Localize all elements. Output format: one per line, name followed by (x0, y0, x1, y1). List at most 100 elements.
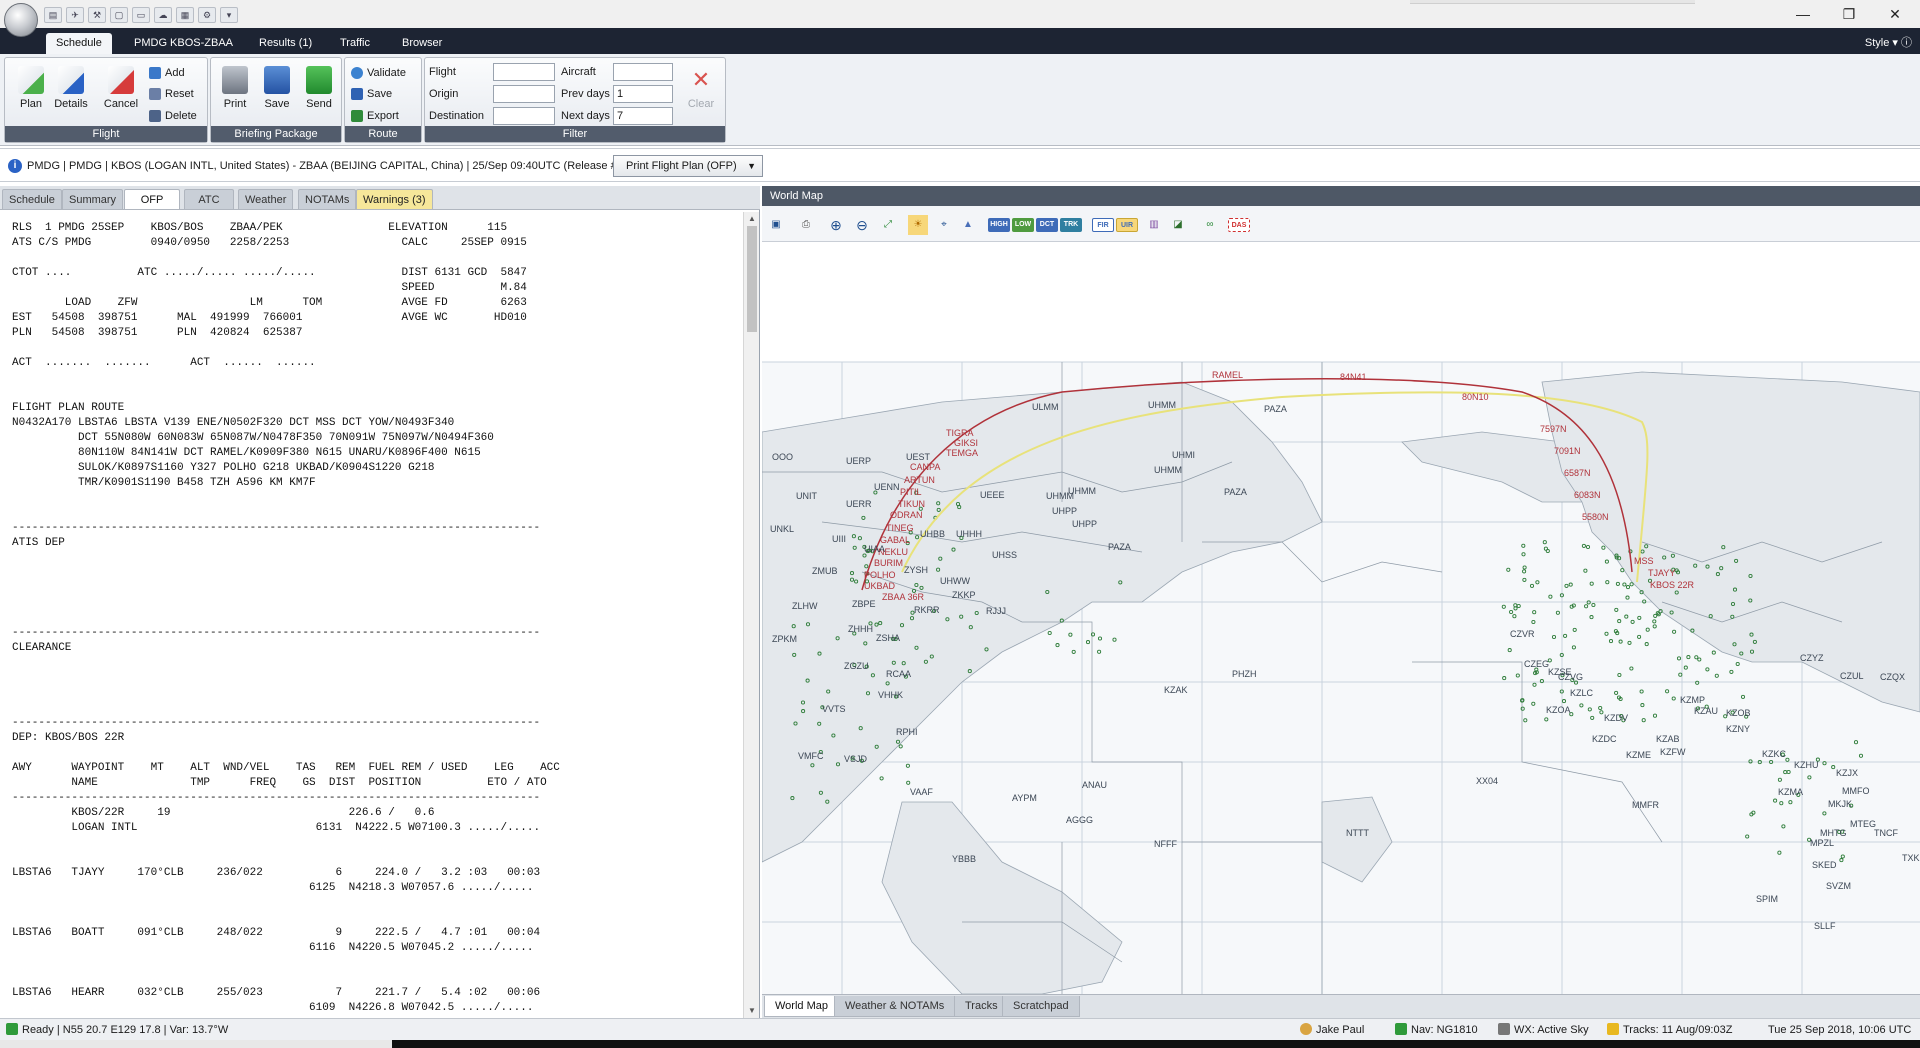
status-tracks[interactable]: Tracks: 11 Aug/09:03Z (1607, 1019, 1732, 1041)
plan-button[interactable]: Plan (11, 62, 51, 126)
status-wx[interactable]: WX: Active Sky (1498, 1019, 1589, 1041)
fit-route-icon[interactable]: ⤢ (878, 215, 898, 235)
route-waypoint-label[interactable]: PITIL (900, 487, 922, 497)
send-button[interactable]: Send (299, 62, 339, 126)
tab-pmdg-kbos-zbaa[interactable]: PMDG KBOS-ZBAA (124, 33, 243, 54)
status-user[interactable]: Jake Paul (1300, 1019, 1364, 1041)
minimize-button[interactable]: — (1780, 2, 1826, 26)
help-icon[interactable]: ⓘ (1901, 37, 1912, 49)
fir-button[interactable]: FIR (1092, 218, 1114, 232)
restore-button[interactable]: ❐ (1826, 2, 1872, 26)
route-waypoint-label[interactable]: TIGRA (946, 428, 974, 438)
route-waypoint-label[interactable]: 7091N (1554, 446, 1581, 456)
route-waypoint-label[interactable]: 6587N (1564, 468, 1591, 478)
route-waypoint-label[interactable]: 7597N (1540, 424, 1567, 434)
printer-map-icon[interactable]: ⎙ (796, 215, 816, 235)
route-waypoint-label[interactable]: TINEG (886, 523, 914, 533)
triangle-icon[interactable]: ▲ (958, 215, 978, 235)
route-waypoint-label[interactable]: 5580N (1582, 512, 1609, 522)
origin-filter-input[interactable] (493, 85, 555, 103)
tab-schedule[interactable]: Schedule (46, 33, 112, 54)
add-button[interactable]: Add (147, 64, 185, 82)
zoom-out-icon[interactable]: ⊖ (852, 215, 872, 235)
document-icon[interactable]: ▤ (44, 7, 62, 23)
route-waypoint-label[interactable]: ODRAN (890, 510, 923, 520)
save-route-button[interactable]: Save (349, 85, 392, 103)
print-flight-plan-button[interactable]: Print Flight Plan (OFP) ▼ (613, 155, 763, 177)
tab-notams[interactable]: NOTAMs (298, 189, 357, 209)
tab-tracks[interactable]: Tracks (954, 996, 1009, 1017)
tab-traffic[interactable]: Traffic (330, 33, 380, 54)
export-button[interactable]: Export (349, 107, 399, 125)
route-waypoint-label[interactable]: TJAYY (1648, 568, 1675, 578)
next-days-input[interactable]: 7 (613, 107, 673, 125)
dct-button[interactable]: DCT (1036, 218, 1058, 232)
details-button[interactable]: Details (51, 62, 91, 126)
prev-days-input[interactable]: 1 (613, 85, 673, 103)
tab-results[interactable]: Results (1) (249, 33, 322, 54)
overview-icon[interactable]: ▣ (766, 215, 786, 235)
flight-filter-input[interactable] (493, 63, 555, 81)
validate-button[interactable]: Validate (349, 64, 406, 82)
destination-filter-input[interactable] (493, 107, 555, 125)
ofp-scrollbar[interactable]: ▲ ▼ (743, 212, 759, 1018)
tools-icon[interactable]: ⚒ (88, 7, 106, 23)
tab-ofp[interactable]: OFP (124, 189, 180, 209)
tab-warnings[interactable]: Warnings (3) (356, 189, 433, 209)
style-menu[interactable]: Style ▾ ⓘ (1865, 33, 1912, 54)
tab-world-map[interactable]: World Map (764, 996, 839, 1017)
uir-button[interactable]: UIR (1116, 218, 1138, 232)
track-icon[interactable]: ▦ (176, 7, 194, 23)
layers-icon[interactable]: ▥ (1144, 215, 1164, 235)
tab-atc[interactable]: ATC (184, 189, 234, 209)
tracks-button[interactable]: TRK (1060, 218, 1082, 232)
airways-low-button[interactable]: LOW (1012, 218, 1034, 232)
scroll-thumb[interactable] (747, 226, 757, 332)
link-icon[interactable]: ∞ (1200, 215, 1220, 235)
route-waypoint-label[interactable]: RAMEL (1212, 370, 1243, 380)
route-waypoint-label[interactable]: 6083N (1574, 490, 1601, 500)
crosshair-icon[interactable]: ⌖ (934, 215, 954, 235)
route-waypoint-label[interactable]: BURIM (874, 558, 903, 568)
save-briefing-button[interactable]: Save (257, 62, 297, 126)
window-icon[interactable]: ▭ (132, 7, 150, 23)
page-icon[interactable]: ▢ (110, 7, 128, 23)
print-button[interactable]: Print (215, 62, 255, 126)
terrain-icon[interactable]: ◪ (1168, 215, 1188, 235)
chevron-down-icon[interactable]: ▼ (747, 156, 756, 176)
route-waypoint-label[interactable]: 80N10 (1462, 392, 1489, 402)
route-waypoint-label[interactable]: ARTUN (904, 475, 935, 485)
close-button[interactable]: ✕ (1872, 2, 1918, 26)
route-waypoint-label[interactable]: UKBAD (864, 581, 896, 591)
aircraft-icon[interactable]: ✈ (66, 7, 84, 23)
scroll-down-icon[interactable]: ▼ (747, 1006, 757, 1016)
route-waypoint-label[interactable]: ZBAA 36R (882, 592, 925, 602)
route-waypoint-label[interactable]: KBOS 22R (1650, 580, 1695, 590)
tab-weather-notams[interactable]: Weather & NOTAMs (834, 996, 956, 1017)
scroll-up-icon[interactable]: ▲ (747, 214, 757, 224)
app-menu-orb[interactable] (4, 3, 38, 37)
route-waypoint-label[interactable]: TIKUN (898, 499, 925, 509)
tab-browser[interactable]: Browser (392, 33, 452, 54)
tab-schedule-doc[interactable]: Schedule (2, 189, 62, 209)
delete-button[interactable]: Delete (147, 107, 197, 125)
weather-icon[interactable]: ☁ (154, 7, 172, 23)
tab-weather[interactable]: Weather (238, 189, 294, 209)
das-button[interactable]: DAS (1228, 218, 1250, 232)
aircraft-filter-input[interactable] (613, 63, 673, 81)
route-waypoint-label[interactable]: GIKSI (954, 438, 978, 448)
zoom-in-icon[interactable]: ⊕ (826, 215, 846, 235)
route-waypoint-label[interactable]: MSS (1634, 556, 1654, 566)
airways-high-button[interactable]: HIGH (988, 218, 1010, 232)
route-waypoint-label[interactable]: POLHO (864, 570, 896, 580)
reset-button[interactable]: Reset (147, 85, 194, 103)
settings-icon[interactable]: ⚙ (198, 7, 216, 23)
route-waypoint-label[interactable]: CANPA (910, 462, 940, 472)
route-waypoint-label[interactable]: 84N41 (1340, 372, 1367, 382)
daylight-icon[interactable]: ☀ (908, 215, 928, 235)
route-waypoint-label[interactable]: TEMGA (946, 448, 978, 458)
tab-summary[interactable]: Summary (62, 189, 124, 209)
world-map[interactable]: RAMEL 84N41 80N10 7597N 7091N 6587N 6083N 5580N… (762, 242, 1920, 994)
status-nav[interactable]: Nav: NG1810 (1395, 1019, 1478, 1041)
tab-scratchpad[interactable]: Scratchpad (1002, 996, 1080, 1017)
